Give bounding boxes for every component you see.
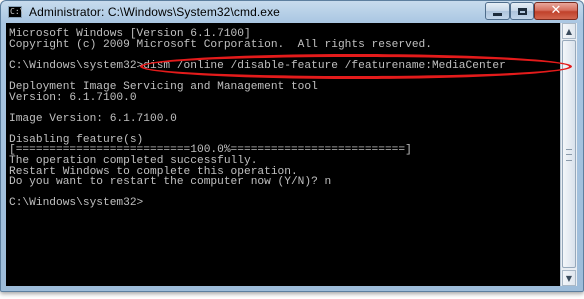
scroll-down-button[interactable]: ▼ <box>562 270 576 286</box>
vertical-scrollbar[interactable]: ▲ ▼ <box>560 23 577 286</box>
command-prompt: C:\Windows\system32> <box>9 197 144 209</box>
title-bar[interactable]: C:\ Administrator: C:\Windows\System32\c… <box>1 1 583 23</box>
console-output[interactable]: Microsoft Windows [Version 6.1.7100] Cop… <box>6 23 560 286</box>
console-line: Copyright (c) 2009 Microsoft Corporation… <box>9 39 432 51</box>
minimize-button[interactable] <box>485 2 510 20</box>
window-title: Administrator: C:\Windows\System32\cmd.e… <box>29 5 280 19</box>
minimize-icon <box>493 12 502 16</box>
close-icon: ✕ <box>550 3 562 18</box>
scroll-thumb[interactable] <box>562 40 576 268</box>
console-line: C:\Windows\system32>dism /online /disabl… <box>9 60 506 72</box>
console-line: Image Version: 6.1.7100.0 <box>9 113 177 125</box>
console-line: Deployment Image Servicing and Managemen… <box>9 81 318 93</box>
chevron-up-icon: ▲ <box>565 26 573 36</box>
scroll-up-button[interactable]: ▲ <box>562 23 576 39</box>
console-line: Version: 6.1.7100.0 <box>9 92 137 104</box>
cmd-app-icon[interactable]: C:\ <box>8 6 25 18</box>
console-line: The operation completed successfully. <box>9 155 258 167</box>
grip-icon <box>566 149 572 161</box>
maximize-icon <box>517 7 527 15</box>
cmd-window: C:\ Administrator: C:\Windows\System32\c… <box>0 0 584 292</box>
close-button[interactable]: ✕ <box>534 2 578 20</box>
console-line: Microsoft Windows [Version 6.1.7100] <box>9 28 251 40</box>
cmd-app-icon-glyph: C:\ <box>10 7 25 16</box>
progress-bar-text: [==========================100.0%=======… <box>9 144 412 156</box>
maximize-button[interactable] <box>510 2 534 20</box>
console-line: Do you want to restart the computer now … <box>9 176 332 188</box>
chevron-down-icon: ▼ <box>565 273 573 283</box>
